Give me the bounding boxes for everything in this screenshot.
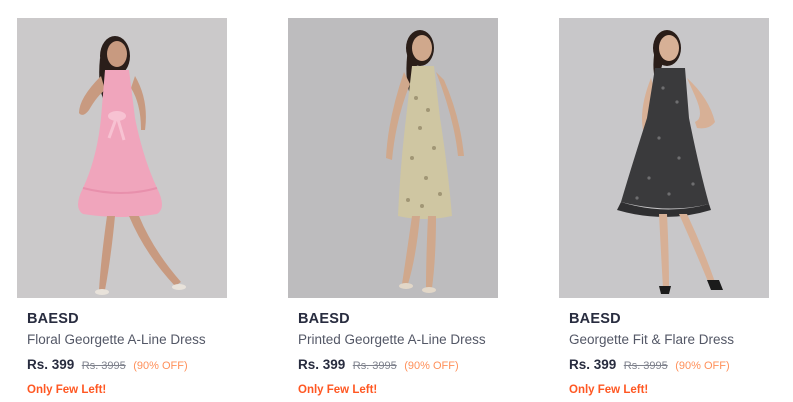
sale-price: Rs. 399	[569, 357, 617, 372]
product-image[interactable]	[17, 18, 227, 298]
stock-alert: Only Few Left!	[27, 384, 107, 396]
price-row: Rs. 399 Rs. 3995 (90% OFF)	[27, 357, 217, 374]
product-image[interactable]	[288, 18, 498, 298]
original-price: Rs. 3995	[623, 360, 668, 372]
price-row: Rs. 399 Rs. 3995 (90% OFF)	[569, 357, 759, 374]
product-card[interactable]: BAESD Printed Georgette A-Line Dress Rs.…	[288, 18, 498, 398]
product-card[interactable]: BAESD Floral Georgette A-Line Dress Rs. …	[17, 18, 227, 398]
product-title[interactable]: Georgette Fit & Flare Dress	[569, 331, 759, 349]
brand-name: BAESD	[27, 311, 79, 327]
brand-name: BAESD	[569, 311, 621, 327]
product-title[interactable]: Printed Georgette A-Line Dress	[298, 331, 488, 349]
product-title[interactable]: Floral Georgette A-Line Dress	[27, 331, 217, 349]
original-price: Rs. 3995	[352, 360, 397, 372]
model-photo-black-dress	[559, 18, 769, 298]
discount-label: (90% OFF)	[404, 360, 459, 372]
original-price: Rs. 3995	[81, 360, 126, 372]
discount-label: (90% OFF)	[675, 360, 730, 372]
price-row: Rs. 399 Rs. 3995 (90% OFF)	[298, 357, 488, 374]
discount-label: (90% OFF)	[133, 360, 188, 372]
sale-price: Rs. 399	[27, 357, 75, 372]
model-photo-pink-dress	[17, 18, 227, 298]
product-card[interactable]: BAESD Georgette Fit & Flare Dress Rs. 39…	[559, 18, 769, 398]
product-image[interactable]	[559, 18, 769, 298]
sale-price: Rs. 399	[298, 357, 346, 372]
model-photo-printed-dress	[288, 18, 498, 298]
product-grid: BAESD Floral Georgette A-Line Dress Rs. …	[0, 0, 793, 402]
stock-alert: Only Few Left!	[298, 384, 378, 396]
brand-name: BAESD	[298, 311, 350, 327]
stock-alert: Only Few Left!	[569, 384, 649, 396]
